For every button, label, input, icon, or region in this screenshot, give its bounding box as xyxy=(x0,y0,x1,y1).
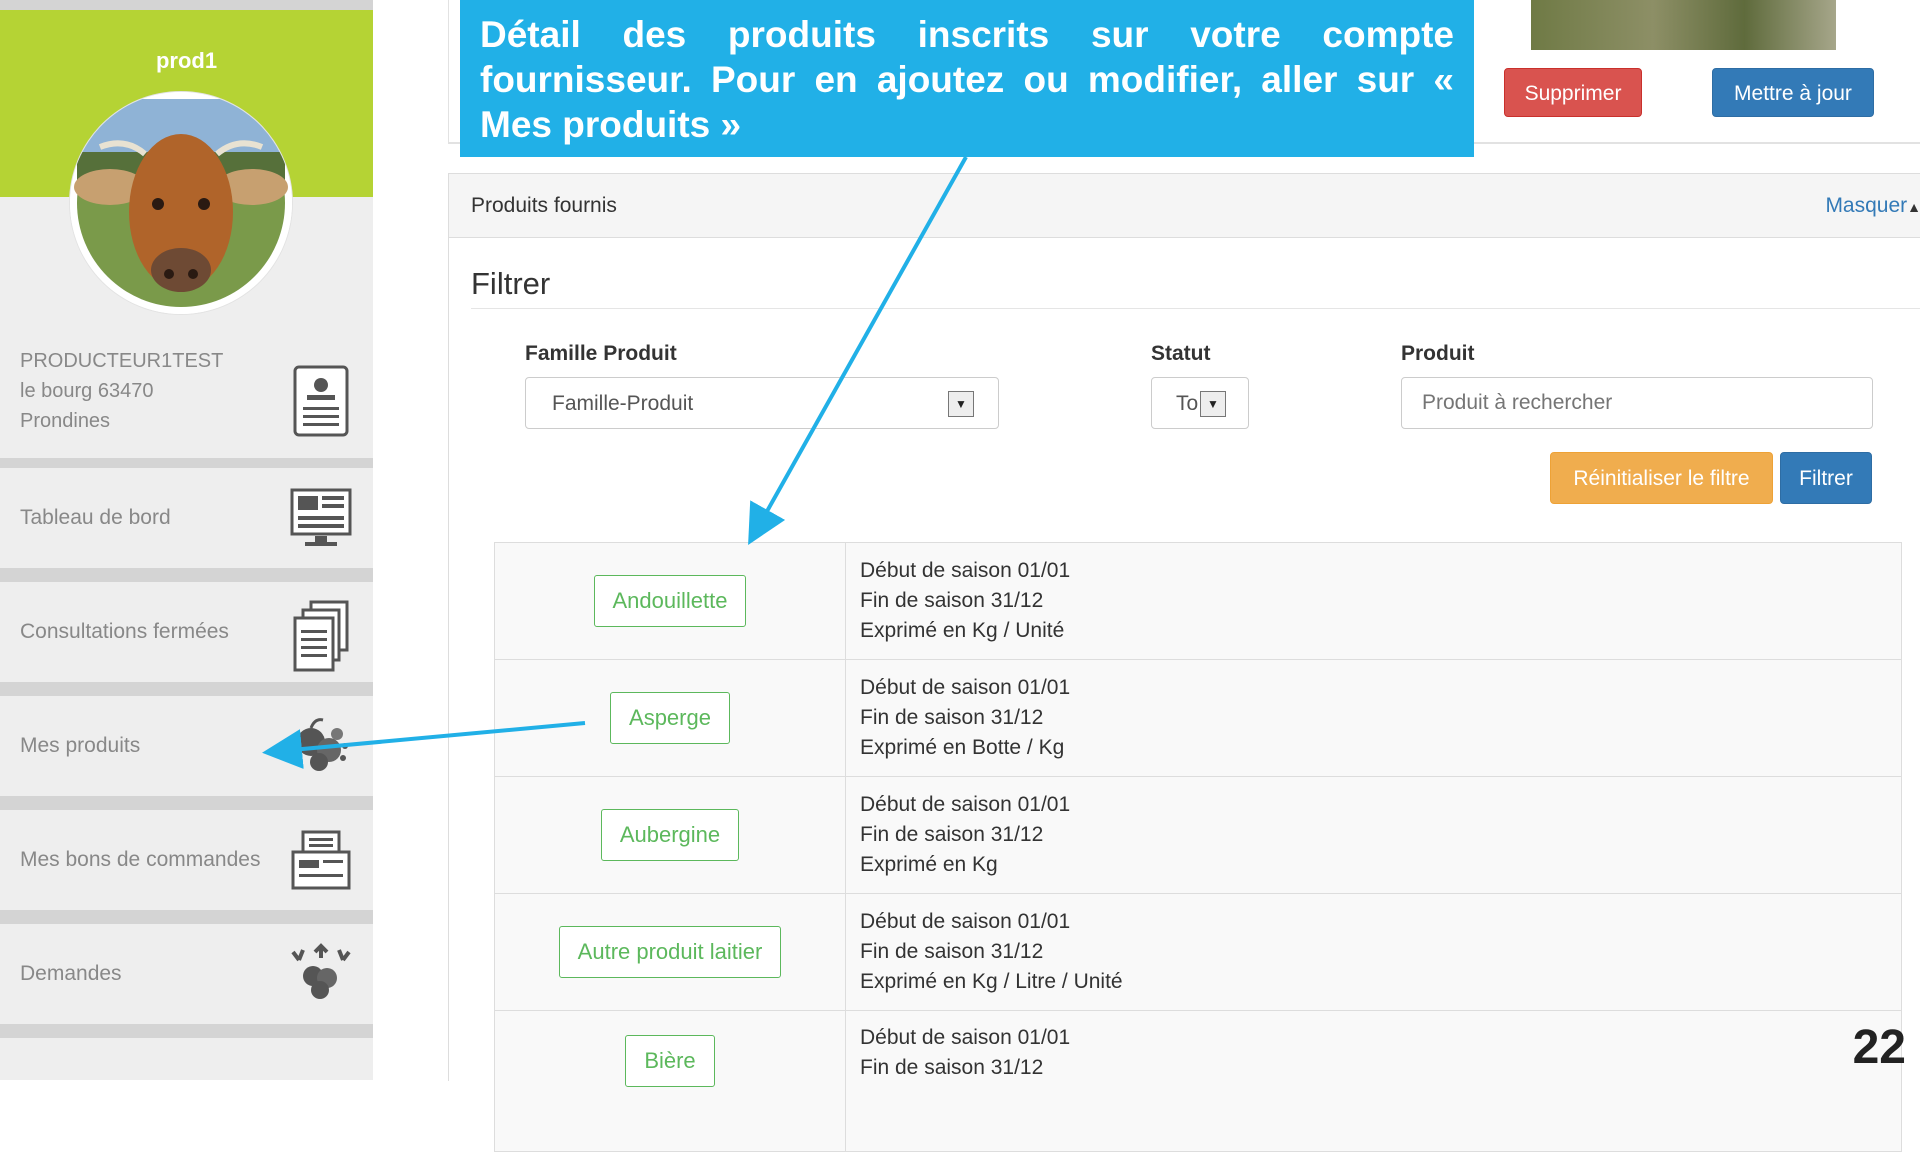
statut-select[interactable]: To ▼ xyxy=(1151,377,1249,429)
table-row: Aubergine Début de saison 01/01 Fin de s… xyxy=(494,776,1902,894)
panel-header: Produits fournis Masquer▲ xyxy=(449,174,1920,238)
chevron-down-icon[interactable]: ▼ xyxy=(948,391,974,417)
unit-info: Exprimé en Kg xyxy=(860,853,998,876)
sidebar: prod1 PRODUCTEUR1TEST le bourg 63470 Pro… xyxy=(0,0,373,1080)
product-button[interactable]: Andouillette xyxy=(593,575,747,627)
panel-title: Produits fournis xyxy=(471,194,617,217)
product-name-cell: Aubergine xyxy=(494,776,846,894)
product-name-cell: Bière xyxy=(494,1010,846,1152)
product-info-cell: Début de saison 01/01 Fin de saison 31/1… xyxy=(845,893,1902,1011)
product-button[interactable]: Bière xyxy=(625,1035,715,1087)
product-button[interactable]: Asperge xyxy=(610,692,730,744)
contact-card-icon[interactable] xyxy=(289,365,353,437)
table-row: Asperge Début de saison 01/01 Fin de sai… xyxy=(494,659,1902,777)
statut-selected-value: To xyxy=(1176,392,1199,415)
profile-username: prod1 xyxy=(155,48,218,73)
product-info-cell: Début de saison 01/01 Fin de saison 31/1… xyxy=(845,542,1902,660)
sidebar-item-label: Consultations fermées xyxy=(20,620,229,643)
season-end: Fin de saison 31/12 xyxy=(860,706,1044,729)
unit-info: Exprimé en Botte / Kg xyxy=(860,736,1065,759)
produit-search-input[interactable] xyxy=(1401,377,1873,429)
requests-produce-icon xyxy=(289,942,353,1006)
table-row: Bière Début de saison 01/01 Fin de saiso… xyxy=(494,1010,1902,1152)
season-start: Début de saison 01/01 xyxy=(860,559,1071,582)
sidebar-item-mes-produits[interactable]: Mes produits xyxy=(0,696,373,796)
season-start: Début de saison 01/01 xyxy=(860,910,1071,933)
divider xyxy=(471,308,1920,309)
unit-info: Exprimé en Kg / Litre / Unité xyxy=(860,970,1123,993)
update-button[interactable]: Mettre à jour xyxy=(1712,68,1874,117)
profile-card: prod1 PRODUCTEUR1TEST le bourg 63470 Pro… xyxy=(0,10,373,458)
filter-button[interactable]: Filtrer xyxy=(1780,452,1872,504)
famille-select[interactable]: Famille-Produit ▼ xyxy=(525,377,999,429)
annotation-callout: Détail des produits inscrits sur votre c… xyxy=(460,0,1474,157)
produit-label: Produit xyxy=(1401,342,1475,365)
product-name-cell: Autre produit laitier xyxy=(494,893,846,1011)
hide-panel-label: Masquer xyxy=(1825,194,1908,217)
hide-panel-link[interactable]: Masquer▲ xyxy=(1825,194,1920,218)
chevron-down-icon[interactable]: ▼ xyxy=(1200,391,1226,417)
season-start: Début de saison 01/01 xyxy=(860,793,1071,816)
season-start: Début de saison 01/01 xyxy=(860,1026,1071,1049)
caret-up-icon: ▲ xyxy=(1907,199,1920,215)
product-info-cell: Début de saison 01/01 Fin de saison 31/1… xyxy=(845,776,1902,894)
season-end: Fin de saison 31/12 xyxy=(860,940,1044,963)
produce-icon xyxy=(289,714,353,778)
famille-label: Famille Produit xyxy=(525,342,677,365)
season-start: Début de saison 01/01 xyxy=(860,676,1071,699)
order-tray-icon xyxy=(289,828,353,892)
product-button[interactable]: Autre produit laitier xyxy=(558,926,782,978)
sidebar-item-demandes[interactable]: Demandes xyxy=(0,924,373,1024)
product-info-cell: Début de saison 01/01 Fin de saison 31/1… xyxy=(845,659,1902,777)
product-name-cell: Andouillette xyxy=(494,542,846,660)
sidebar-item-label: Mes bons de commandes xyxy=(20,848,261,871)
avatar[interactable] xyxy=(70,92,292,314)
producer-address-line1: le bourg 63470 xyxy=(20,380,154,402)
sidebar-item-label: Demandes xyxy=(20,962,122,985)
delete-button[interactable]: Supprimer xyxy=(1504,68,1642,117)
statut-label: Statut xyxy=(1151,342,1211,365)
filter-title: Filtrer xyxy=(471,266,551,301)
products-table: Andouillette Début de saison 01/01 Fin d… xyxy=(494,542,1902,1152)
season-end: Fin de saison 31/12 xyxy=(860,823,1044,846)
famille-selected-value: Famille-Produit xyxy=(552,392,694,415)
season-end: Fin de saison 31/12 xyxy=(860,589,1044,612)
product-info-cell: Début de saison 01/01 Fin de saison 31/1… xyxy=(845,1010,1902,1152)
producer-name: PRODUCTEUR1TEST xyxy=(20,350,224,372)
sidebar-item-more[interactable] xyxy=(0,1038,373,1080)
page-number: 22 xyxy=(1852,1021,1906,1074)
sidebar-item-mes-bons-de-commandes[interactable]: Mes bons de commandes xyxy=(0,810,373,910)
product-button[interactable]: Aubergine xyxy=(600,809,740,861)
table-row: Andouillette Début de saison 01/01 Fin d… xyxy=(494,542,1902,660)
product-photo xyxy=(1531,0,1836,50)
sidebar-item-label: Mes produits xyxy=(20,734,141,757)
reset-filter-button[interactable]: Réinitialiser le filtre xyxy=(1550,452,1773,504)
documents-icon xyxy=(289,600,353,672)
product-name-cell: Asperge xyxy=(494,659,846,777)
season-end: Fin de saison 31/12 xyxy=(860,1056,1044,1079)
table-row: Autre produit laitier Début de saison 01… xyxy=(494,893,1902,1011)
unit-info: Exprimé en Kg / Unité xyxy=(860,619,1065,642)
producer-address-line2: Prondines xyxy=(20,410,111,432)
sidebar-item-consultations-fermees[interactable]: Consultations fermées xyxy=(0,582,373,682)
sidebar-item-tableau-de-bord[interactable]: Tableau de bord xyxy=(0,468,373,568)
sidebar-item-label: Tableau de bord xyxy=(20,506,171,529)
dashboard-icon xyxy=(289,486,353,550)
cow-photo xyxy=(70,92,292,314)
